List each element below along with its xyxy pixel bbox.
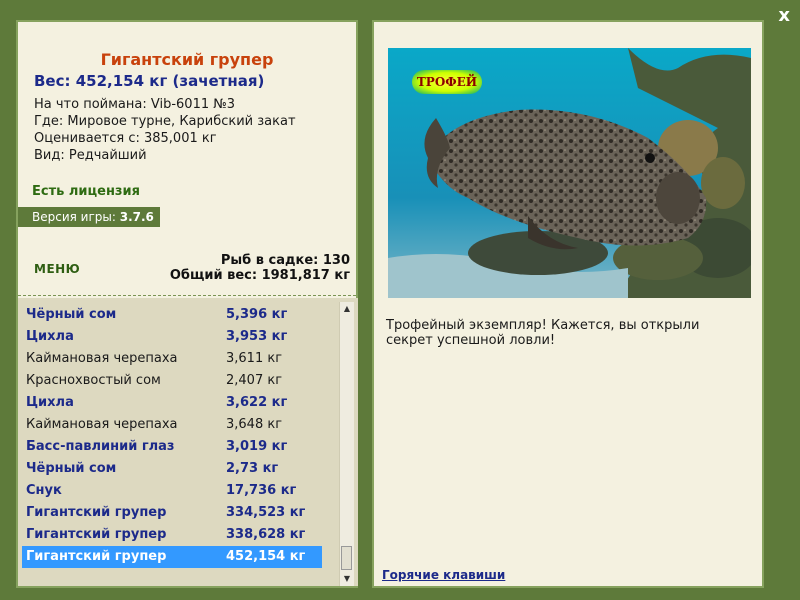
catch-title: Гигантский групер — [100, 50, 274, 69]
fish-weight: 334,523 кг — [226, 505, 306, 520]
fish-list-row[interactable]: Басс-павлиний глаз 3,019 кг — [22, 436, 322, 458]
fish-weight: 2,73 кг — [226, 461, 279, 476]
fish-list-row[interactable]: Краснохвостый сом 2,407 кг — [22, 370, 322, 392]
trophy-panel: ТРОФЕЙ Трофейный экземпляр! Кажется, вы … — [372, 20, 764, 588]
fish-weight: 338,628 кг — [226, 527, 306, 542]
fish-name: Гигантский групер — [26, 505, 167, 520]
fish-weight: 3,611 кг — [226, 351, 283, 366]
fish-list-row[interactable]: Чёрный сом 2,73 кг — [22, 458, 322, 480]
scroll-thumb[interactable] — [341, 546, 352, 570]
close-button[interactable]: x — [778, 6, 790, 26]
fish-name: Басс-павлиний глаз — [26, 439, 175, 454]
fish-weight: 2,407 кг — [226, 373, 283, 388]
fish-name: Гигантский групер — [26, 549, 167, 564]
hotkeys-link[interactable]: Горячие клавиши — [382, 568, 505, 582]
fish-list-row[interactable]: Гигантский групер 334,523 кг — [22, 502, 322, 524]
version-label: Версия игры: — [32, 210, 120, 224]
trophy-description: Трофейный экземпляр! Кажется, вы открыли… — [386, 318, 700, 348]
fish-weight: 3,953 кг — [226, 329, 288, 344]
list-scrollbar[interactable]: ▲ ▼ — [339, 302, 354, 586]
scroll-up-arrow-icon[interactable]: ▲ — [340, 302, 354, 316]
fish-name: Чёрный сом — [26, 307, 117, 322]
fish-list: Чёрный сом 5,396 кг Цихла 3,953 кг Кайманова… — [18, 298, 358, 586]
fish-list-row[interactable]: Каймановая черепаха 3,648 кг — [22, 414, 322, 436]
fish-name: Цихла — [26, 329, 74, 344]
fish-list-row[interactable]: Гигантский групер 452,154 кг — [22, 546, 322, 568]
fish-weight: 3,648 кг — [226, 417, 283, 432]
fish-list-row[interactable]: Цихла 3,622 кг — [22, 392, 322, 414]
fish-list-row[interactable]: Гигантский групер 338,628 кг — [22, 524, 322, 546]
catch-bait: На что поймана: Vib-6011 №3 — [34, 97, 236, 112]
net-stats: Рыб в садке: 130 Общий вес: 1981,817 кг — [170, 253, 350, 283]
fish-list-row[interactable]: Каймановая черепаха 3,611 кг — [22, 348, 322, 370]
fish-name: Каймановая черепаха — [26, 351, 178, 366]
trophy-badge: ТРОФЕЙ — [412, 70, 482, 94]
catch-weight: Вес: 452,154 кг (зачетная) — [34, 72, 265, 90]
fish-name: Снук — [26, 483, 62, 498]
license-status: Есть лицензия — [32, 184, 140, 199]
total-weight: Общий вес: 1981,817 кг — [169, 268, 350, 283]
menu-button[interactable]: МЕНЮ — [34, 262, 80, 276]
catch-panel: Гигантский групер Вес: 452,154 кг (зачет… — [16, 20, 358, 588]
fish-list-row[interactable]: Цихла 3,953 кг — [22, 326, 322, 348]
fish-weight: 3,019 кг — [226, 439, 288, 454]
fish-list-row[interactable]: Чёрный сом 5,396 кг — [22, 304, 322, 326]
divider — [18, 295, 356, 296]
fish-name: Каймановая черепаха — [26, 417, 178, 432]
fish-weight: 452,154 кг — [226, 549, 306, 564]
fish-weight: 17,736 кг — [226, 483, 297, 498]
fish-weight: 3,622 кг — [226, 395, 288, 410]
scroll-down-arrow-icon[interactable]: ▼ — [340, 572, 354, 586]
catch-location: Где: Мировое турне, Карибский закат — [34, 114, 296, 129]
version-bar: Версия игры: 3.7.6 — [18, 207, 160, 227]
fish-name: Краснохвостый сом — [26, 373, 161, 388]
fish-photo: ТРОФЕЙ — [388, 48, 751, 298]
catch-rated-from: Оценивается с: 385,001 кг — [34, 131, 217, 146]
fish-weight: 5,396 кг — [226, 307, 288, 322]
fish-name: Гигантский групер — [26, 527, 167, 542]
version-value: 3.7.6 — [119, 210, 154, 224]
game-window: x Гигантский групер Вес: 452,154 кг (зач… — [0, 0, 800, 600]
catch-kind: Вид: Редчайший — [34, 148, 147, 163]
fish-name: Цихла — [26, 395, 74, 410]
fish-name: Чёрный сом — [26, 461, 117, 476]
fish-list-row[interactable]: Снук 17,736 кг — [22, 480, 322, 502]
fish-in-net: Рыб в садке: 130 — [220, 253, 350, 268]
catch-info: На что поймана: Vib-6011 №3 Где: Мировое… — [34, 96, 296, 164]
